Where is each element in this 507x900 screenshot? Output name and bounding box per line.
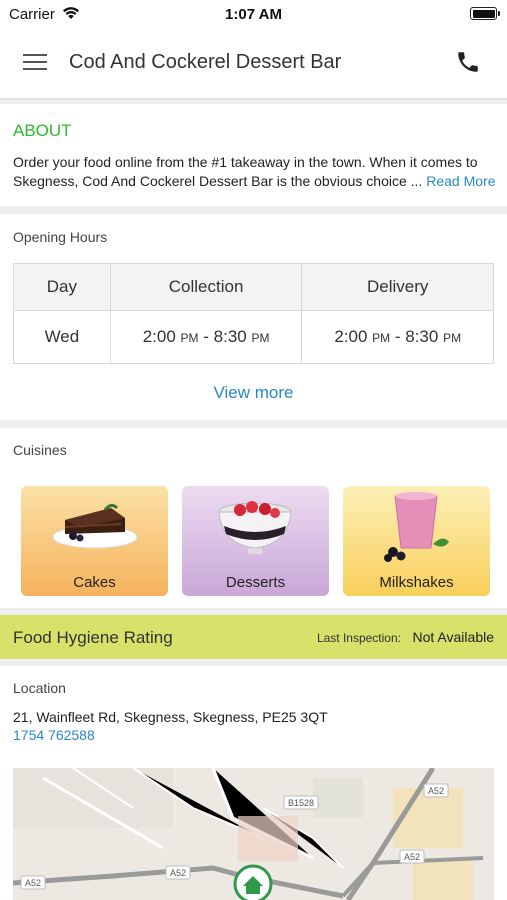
read-more-link[interactable]: Read More (426, 173, 495, 189)
table-row: Wed 2:00 PM - 8:30 PM 2:00 PM - 8:30 PM (13, 310, 494, 364)
cuisine-tile-cakes[interactable]: Cakes (21, 486, 168, 596)
menu-icon[interactable] (23, 52, 47, 72)
day-cell: Wed (13, 310, 111, 364)
about-description: Order your food online from the #1 takea… (13, 153, 503, 190)
road-label-a52-3: A52 (165, 865, 191, 880)
road-label-a52-4: A52 (20, 875, 46, 890)
time-separator: - (390, 327, 406, 346)
road-label-a52-1: A52 (423, 783, 449, 798)
page-title: Cod And Cockerel Dessert Bar (69, 51, 342, 73)
delivery-end: 8:30 (405, 327, 439, 346)
road-label-text: A52 (25, 878, 41, 888)
about-heading: ABOUT (13, 121, 72, 140)
pm-label: PM (180, 331, 199, 345)
delivery-cell: 2:00 PM - 8:30 PM (301, 310, 494, 364)
column-header-day: Day (13, 263, 111, 311)
column-header-delivery: Delivery (301, 263, 494, 311)
status-bar: Carrier 1:07 AM (0, 0, 507, 30)
collection-end: 8:30 (213, 327, 247, 346)
road-label-a52-2: A52 (399, 849, 425, 864)
battery-icon (470, 7, 500, 20)
location-section: Location 21, Wainfleet Rd, Skegness, Ske… (0, 666, 507, 900)
cuisine-tile-desserts[interactable]: Desserts (182, 486, 329, 596)
last-inspection-label: Last Inspection: (316, 631, 401, 645)
cuisine-label-desserts: Desserts (225, 574, 286, 591)
cuisine-label-milkshakes: Milkshakes (379, 574, 454, 591)
cake-icon (52, 503, 138, 549)
pm-label: PM (443, 331, 462, 345)
clock-time: 1:07 AM (225, 6, 282, 23)
top-nav-bar: Cod And Cockerel Dessert Bar (0, 30, 507, 98)
phone-link[interactable]: 1754 762588 (13, 727, 95, 743)
about-section: ABOUT Order your food online from the #1… (0, 104, 507, 206)
location-heading: Location (13, 680, 66, 696)
table-header-row: Day Collection Delivery (13, 263, 494, 311)
cuisine-tile-milkshakes[interactable]: Milkshakes (343, 486, 490, 596)
road-label-b1528: B1528 (283, 795, 319, 810)
cuisines-section: Cuisines Cakes Desserts Milkshakes (0, 428, 507, 608)
hygiene-title: Food Hygiene Rating (13, 628, 173, 647)
food-hygiene-bar: Food Hygiene Rating Last Inspection: Not… (0, 615, 507, 659)
cuisine-label-cakes: Cakes (73, 574, 116, 591)
cuisines-heading: Cuisines (13, 442, 67, 458)
road-label-text: A52 (170, 868, 186, 878)
opening-hours-section: Opening Hours Day Collection Delivery We… (0, 214, 507, 420)
opening-hours-heading: Opening Hours (13, 229, 108, 245)
address-text: 21, Wainfleet Rd, Skegness, Skegness, PE… (13, 709, 328, 725)
time-separator: - (198, 327, 214, 346)
column-header-collection: Collection (109, 263, 303, 311)
delivery-start: 2:00 (334, 327, 368, 346)
last-inspection-value: Not Available (412, 629, 494, 645)
pm-label: PM (372, 331, 391, 345)
road-label-text: B1528 (288, 798, 314, 808)
collection-start: 2:00 (142, 327, 176, 346)
pm-label: PM (251, 331, 270, 345)
milkshake-icon (384, 492, 449, 562)
about-text: Order your food online from the #1 takea… (13, 154, 478, 189)
view-more-link[interactable]: View more (0, 383, 507, 403)
collection-cell: 2:00 PM - 8:30 PM (109, 310, 303, 364)
road-label-text: A52 (428, 786, 444, 796)
home-pin-icon[interactable] (233, 864, 273, 900)
opening-hours-table: Day Collection Delivery Wed 2:00 PM - 8:… (13, 263, 494, 364)
road-label-text: A52 (404, 852, 420, 862)
location-map[interactable]: B1528 A52 A52 A52 A52 (13, 768, 494, 900)
phone-icon[interactable] (455, 49, 481, 75)
dessert-bowl-icon (218, 501, 292, 554)
